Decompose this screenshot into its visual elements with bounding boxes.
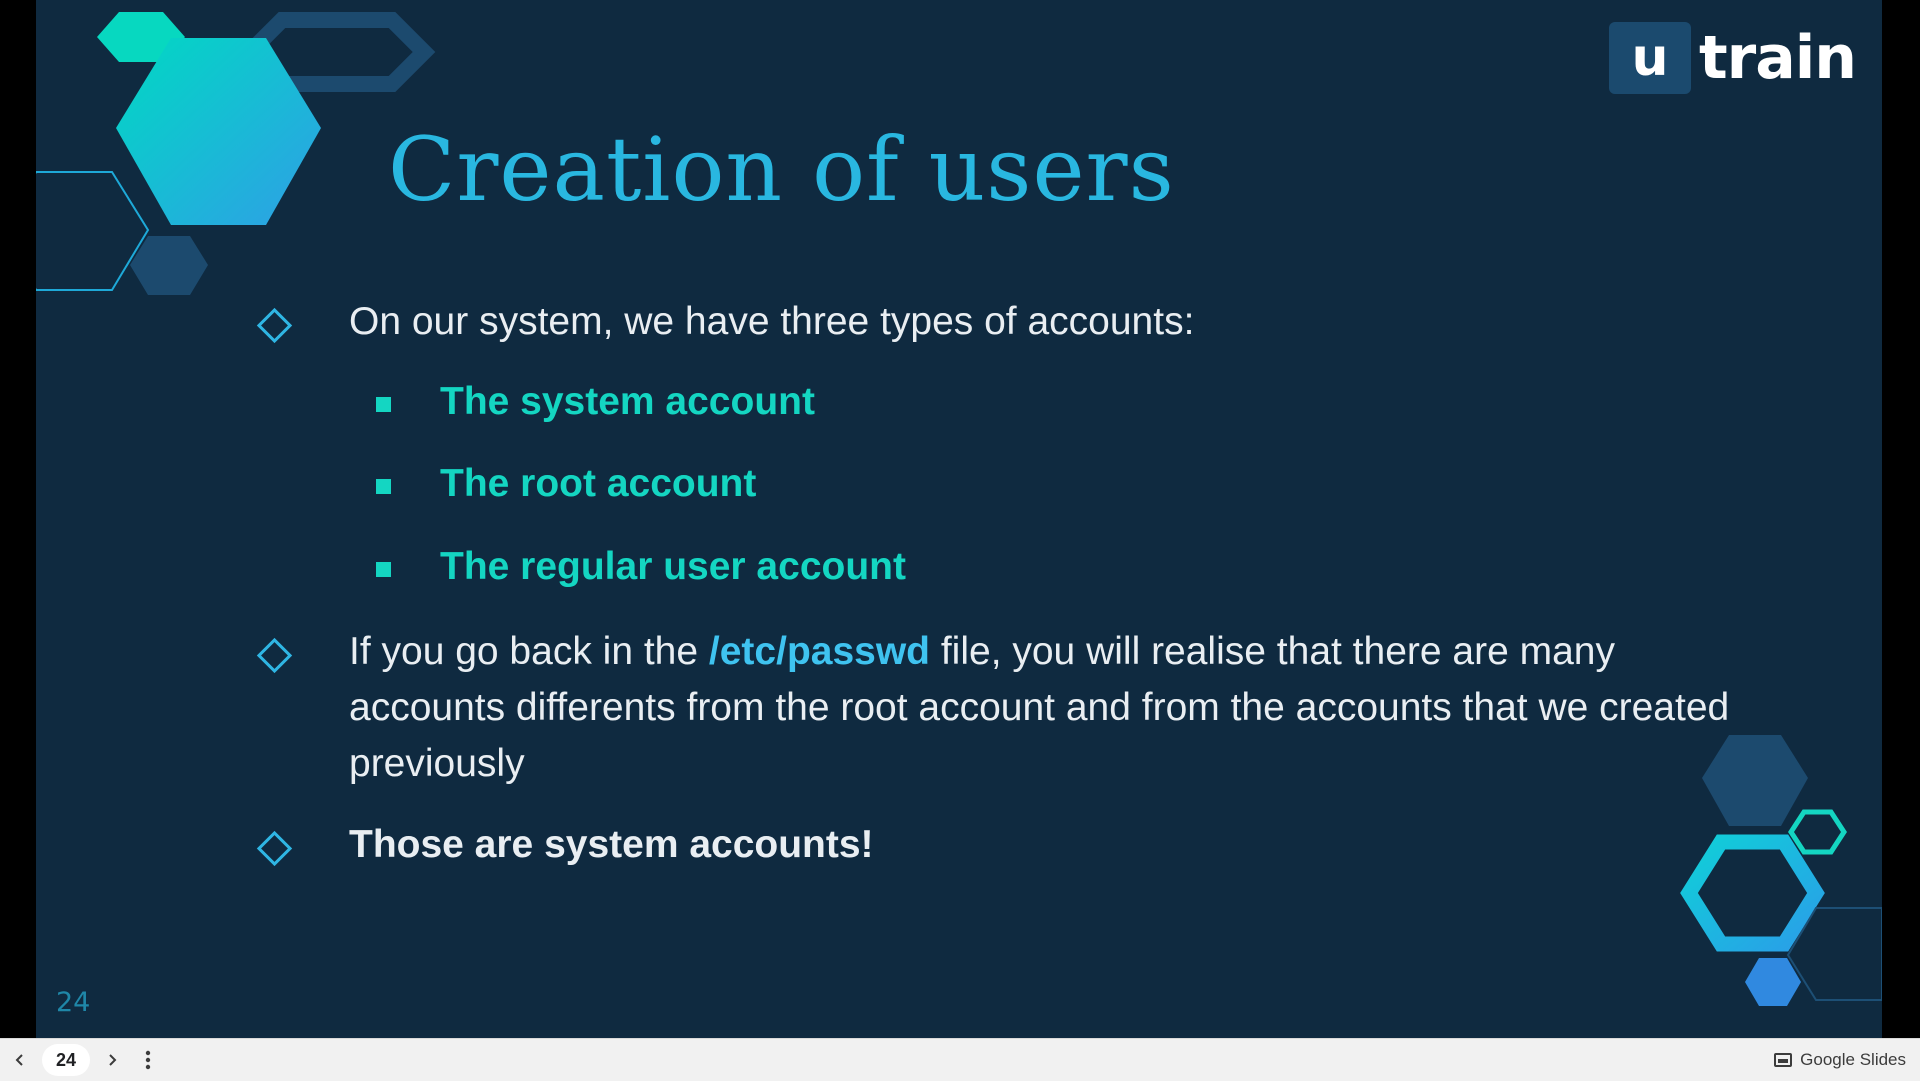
bullet-1-text: On our system, we have three types of ac… xyxy=(349,300,1195,343)
slide: u train Creation of users On our system,… xyxy=(36,0,1882,1038)
hexagon-shape xyxy=(130,236,208,295)
more-vert-icon[interactable] xyxy=(132,1039,164,1081)
logo-text: train xyxy=(1698,23,1857,93)
sub-item-2: The root account xyxy=(440,462,757,505)
hexagon-shape xyxy=(36,171,150,291)
sub-item-3: The regular user account xyxy=(440,545,906,588)
hexagon-shape xyxy=(1680,834,1825,952)
hexagon-shape xyxy=(116,38,321,225)
hexagon-shape xyxy=(1788,809,1847,855)
square-bullet-icon xyxy=(376,397,391,412)
slide-page-number: 24 xyxy=(56,987,91,1018)
bullet-2-text: If you go back in the /etc/passwd file, … xyxy=(349,624,1759,792)
utrain-logo: u train xyxy=(1608,22,1857,94)
slides-icon xyxy=(1774,1053,1793,1067)
logo-box: u xyxy=(1608,22,1691,94)
sub-item-1: The system account xyxy=(440,380,815,423)
chevron-left-icon[interactable] xyxy=(0,1039,40,1081)
bullet-3-text: Those are system accounts! xyxy=(349,823,874,866)
google-slides-brand[interactable]: Google Slides xyxy=(1774,1039,1906,1081)
chevron-right-icon[interactable] xyxy=(92,1039,132,1081)
hexagon-shape xyxy=(1745,958,1801,1006)
passwd-path-highlight: /etc/passwd xyxy=(708,630,930,673)
square-bullet-icon xyxy=(376,479,391,494)
current-page-input[interactable]: 24 xyxy=(42,1044,90,1076)
bullet-2-pre: If you go back in the xyxy=(349,630,709,673)
square-bullet-icon xyxy=(376,562,391,577)
brand-label: Google Slides xyxy=(1800,1050,1906,1069)
slides-toolbar: 24 Google Slides xyxy=(0,1038,1920,1081)
slide-title: Creation of users xyxy=(388,118,1175,221)
